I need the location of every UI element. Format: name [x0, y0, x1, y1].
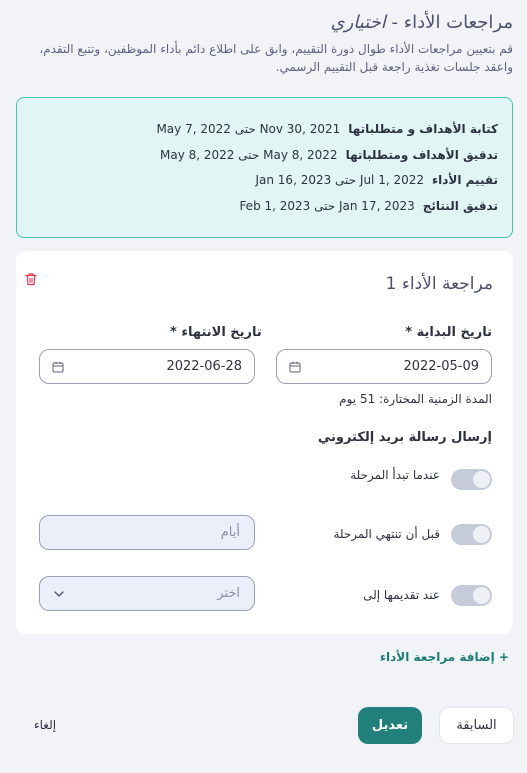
before-end-label: قبل أن تنتهي المرحلة	[333, 527, 440, 541]
summary-row: كتابة الأهداف و متطلباتها Nov 30, 2021 ح…	[156, 122, 498, 136]
phase-start-toggle[interactable]	[451, 469, 492, 490]
cancel-button[interactable]: إلغاء	[34, 718, 56, 732]
start-date-label: تاريخ البداية *	[405, 325, 492, 340]
summary-phase-dates: Jul 1, 2022 حتى Jan 16, 2023	[255, 173, 425, 187]
summary-row: تدقيق الأهداف ومتطلباتها May 8, 2022 حتى…	[160, 148, 498, 162]
before-end-toggle[interactable]	[451, 524, 492, 545]
toggle-knob	[473, 526, 490, 543]
calendar-icon	[52, 361, 64, 372]
toggle-knob	[473, 587, 490, 604]
summary-phase-label: تقييم الأداء	[432, 173, 498, 187]
trash-icon[interactable]	[24, 272, 38, 286]
edit-button[interactable]: تعديل	[358, 707, 422, 744]
end-date-value: 2022-06-28	[166, 359, 242, 374]
page-title-text: مراجعات الأداء -	[385, 12, 513, 33]
page-title: مراجعات الأداء - اختياري	[331, 12, 514, 33]
recipient-select[interactable]: اختر	[39, 576, 255, 611]
days-placeholder: أيام	[220, 525, 240, 540]
summary-phase-label: كتابة الأهداف و متطلباتها	[348, 122, 498, 136]
summary-row: تقييم الأداء Jul 1, 2022 حتى Jan 16, 202…	[255, 173, 498, 187]
end-date-label: تاريخ الانتهاء *	[170, 325, 262, 340]
summary-phase-label: تدقيق النتائج	[422, 199, 498, 213]
optional-tag: اختياري	[330, 12, 386, 33]
toggle-knob	[473, 471, 490, 488]
start-date-value: 2022-05-09	[403, 359, 479, 374]
start-date-input[interactable]: 2022-05-09	[276, 349, 492, 384]
calendar-icon	[289, 361, 301, 372]
page-description: قم بتعيين مراجعات الأداء طوال دورة التقي…	[39, 42, 513, 74]
chevron-down-icon	[54, 590, 64, 597]
on-submit-toggle[interactable]	[451, 585, 492, 606]
review-title: مراجعة الأداء 1	[385, 274, 493, 294]
select-placeholder: اختر	[217, 586, 240, 601]
required-mark: *	[170, 325, 177, 340]
phase-start-label: عندما تبدأ المرحلة	[350, 468, 440, 482]
end-date-input[interactable]: 2022-06-28	[39, 349, 255, 384]
days-input[interactable]: أيام	[39, 515, 255, 550]
required-mark: *	[405, 325, 413, 340]
summary-phase-dates: Jan 17, 2023 حتى Feb 1, 2023	[239, 199, 415, 213]
add-review-link[interactable]: + إضافة مراجعة الأداء	[380, 650, 509, 664]
summary-phase-label: تدقيق الأهداف ومتطلباتها	[345, 148, 498, 162]
on-submit-label: عند تقديمها إلى	[363, 588, 440, 602]
summary-phase-dates: Nov 30, 2021 حتى May 7, 2022	[156, 122, 341, 136]
end-date-label-text: تاريخ الانتهاء	[181, 325, 262, 340]
summary-phase-dates: May 8, 2022 حتى May 8, 2022	[160, 148, 338, 162]
duration-text: المدة الزمنية المختارة: 51 يوم	[339, 392, 492, 406]
summary-row: تدقيق النتائج Jan 17, 2023 حتى Feb 1, 20…	[239, 199, 498, 213]
email-section-title: إرسال رسالة بريد إلكتروني	[317, 430, 492, 445]
phase-summary-box: كتابة الأهداف و متطلباتها Nov 30, 2021 ح…	[16, 97, 513, 238]
start-date-label-text: تاريخ البداية	[416, 325, 492, 340]
previous-button[interactable]: السابقة	[439, 707, 514, 744]
